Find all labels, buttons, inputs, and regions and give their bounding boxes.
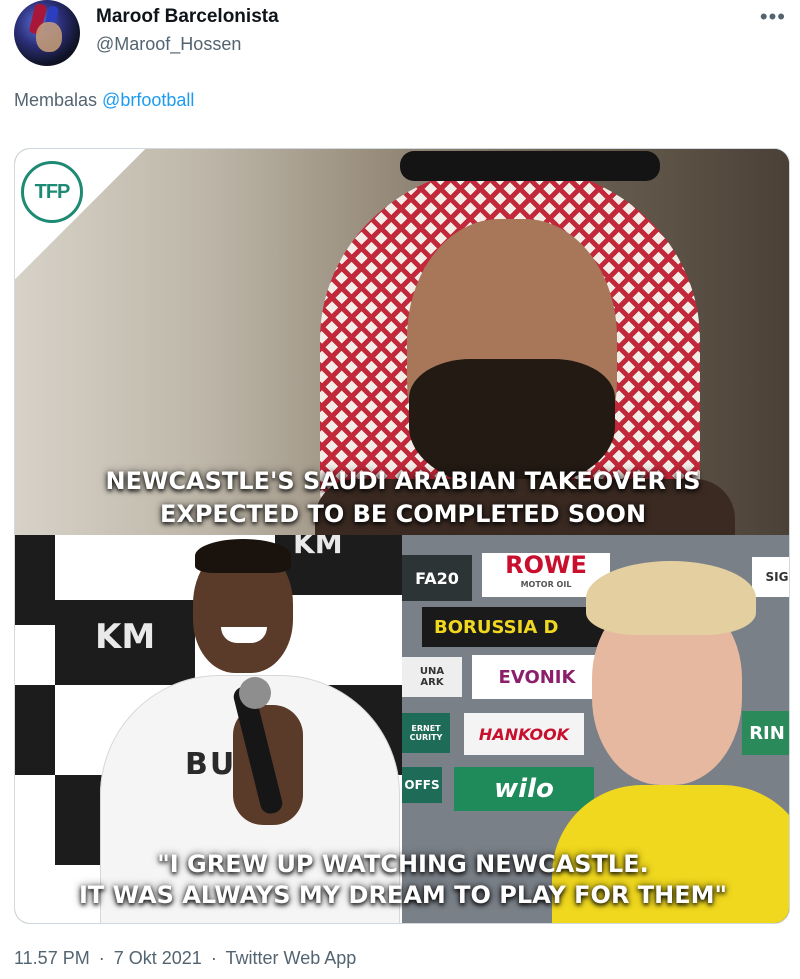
author-handle[interactable]: @Maroof_Hossen [96, 34, 241, 55]
ad-board-bvb: BORUSSIA D [422, 607, 612, 647]
backdrop-tile [15, 535, 55, 625]
tweet-source[interactable]: Twitter Web App [226, 948, 357, 968]
top-caption-line-2: EXPECTED TO BE COMPLETED SOON [159, 500, 647, 528]
separator: · [210, 948, 217, 968]
ad-board: RIN [742, 711, 789, 755]
board-text-km-2: KM [293, 535, 343, 560]
ad-board: SIGN [752, 557, 789, 597]
agal-shape [400, 151, 660, 181]
ad-rowe-text: ROWE [505, 551, 587, 579]
board-text-km: KM [95, 617, 156, 657]
bottom-caption-line-1: "I GREW UP WATCHING NEWCASTLE. [157, 850, 649, 878]
author-avatar[interactable] [14, 0, 80, 66]
ad-board-line: UNA [419, 666, 445, 677]
avatar-face [36, 22, 62, 52]
ad-board: ERNET CURITY [402, 713, 450, 753]
microphone-head [239, 677, 271, 709]
ad-board-hankook: HANKOOK [464, 713, 584, 755]
reply-mention-link[interactable]: @brfootball [102, 90, 194, 110]
player-hair [195, 539, 291, 573]
ad-board-line: ERNET [411, 724, 441, 733]
ad-rowe-sub: MOTOR OIL [520, 580, 572, 589]
author-name[interactable]: Maroof Barcelonista [96, 6, 279, 28]
reply-context: Membalas @brfootball [14, 90, 194, 111]
tfp-logo: TFP [21, 161, 83, 223]
ad-board: OFFS [402, 767, 442, 803]
player-hair [586, 561, 756, 635]
bottom-caption-line-2: IT WAS ALWAYS MY DREAM TO PLAY FOR THEM" [78, 881, 728, 909]
tweet-media-image[interactable]: TFP NEWCASTLE'S SAUDI ARABIAN TAKEOVER I… [14, 148, 790, 924]
ad-board-line: ARK [420, 677, 444, 688]
tweet-timestamp: 11.57 PM · 7 Okt 2021 · Twitter Web App [14, 948, 356, 969]
ad-board-evonik: EVONIK [472, 655, 602, 699]
reply-prefix: Membalas [14, 90, 98, 110]
ad-board-wilo: wilo [454, 767, 594, 811]
top-caption: NEWCASTLE'S SAUDI ARABIAN TAKEOVER IS EX… [15, 465, 789, 531]
tweet-date[interactable]: 7 Okt 2021 [114, 948, 202, 968]
bottom-caption: "I GREW UP WATCHING NEWCASTLE. IT WAS AL… [15, 849, 789, 911]
ad-board-line: CURITY [409, 733, 443, 742]
ad-board: FA20 [402, 555, 472, 601]
backdrop-tile [15, 685, 55, 775]
media-panel-top: TFP NEWCASTLE'S SAUDI ARABIAN TAKEOVER I… [15, 149, 789, 535]
top-caption-line-1: NEWCASTLE'S SAUDI ARABIAN TAKEOVER IS [105, 467, 701, 495]
more-options-icon[interactable]: ••• [760, 4, 786, 30]
separator: · [98, 948, 105, 968]
tweet-time[interactable]: 11.57 PM [14, 948, 90, 968]
ad-board: UNA ARK [402, 657, 462, 697]
